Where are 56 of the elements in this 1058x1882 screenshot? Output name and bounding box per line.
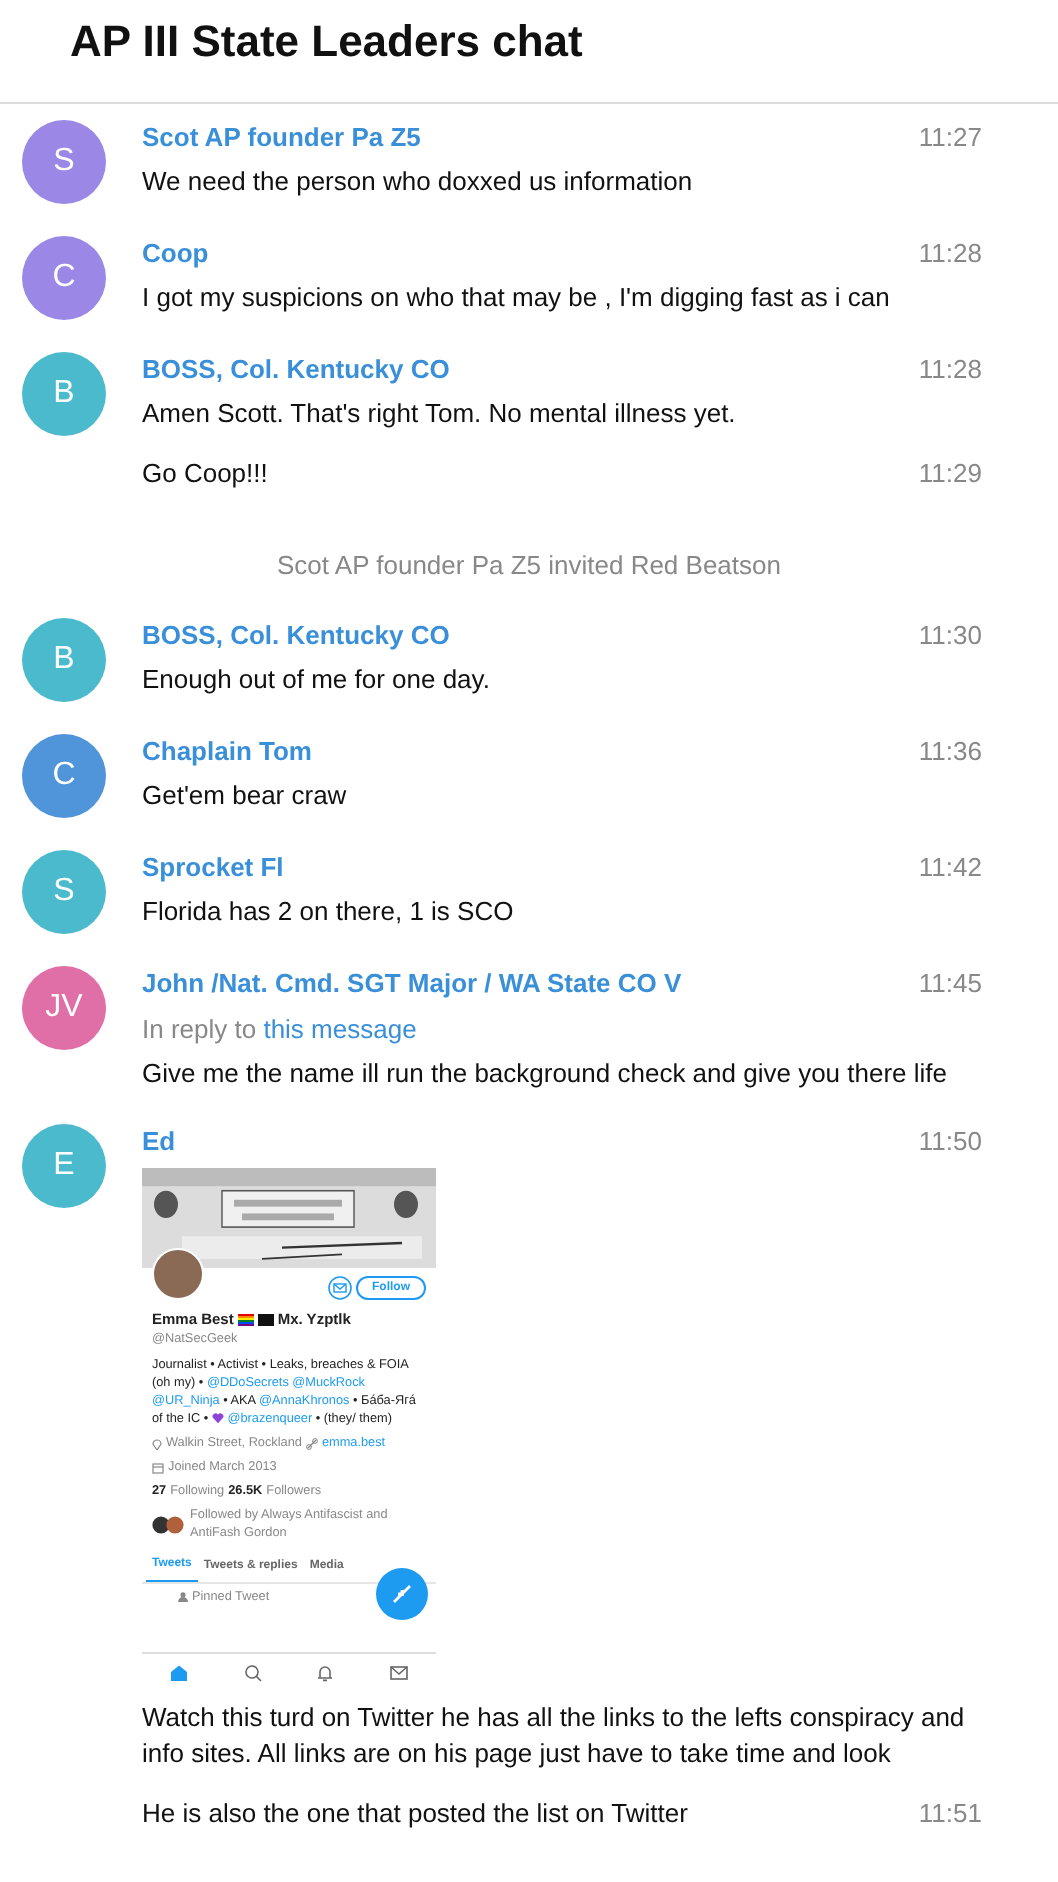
author-name[interactable]: John /Nat. Cmd. SGT Major / WA State CO V	[142, 966, 682, 1002]
message-time: 11:45	[918, 966, 982, 1002]
message-time: 11:28	[918, 236, 982, 272]
message-time: 11:27	[918, 120, 982, 156]
author-name[interactable]: Coop	[142, 236, 209, 272]
author-name[interactable]: BOSS, Col. Kentucky CO	[142, 352, 450, 388]
avatar: B	[22, 352, 106, 436]
avatar: C	[22, 236, 106, 320]
message-time: 11:36	[918, 734, 982, 770]
mail-icon[interactable]	[328, 1276, 352, 1300]
follower-avatars-icon	[152, 1515, 184, 1533]
heart-icon	[211, 1412, 224, 1425]
message-text: Get'em bear craw	[142, 778, 349, 814]
flag-icon	[257, 1314, 274, 1326]
message-time: 11:50	[918, 1124, 982, 1160]
search-icon[interactable]	[243, 1664, 262, 1682]
avatar: JV	[22, 966, 106, 1050]
message-time: 11:42	[918, 850, 982, 886]
message-text: Give me the name ill run the background check and give you there life	[142, 1056, 950, 1092]
avatar-icon	[152, 1248, 204, 1300]
service-message: Scot AP founder Pa Z5 invited Red Beatson	[277, 550, 781, 580]
author-name[interactable]: Sprocket Fl	[142, 850, 284, 886]
message-text: Go Coop!!!	[142, 456, 268, 492]
author-name[interactable]: Scot AP founder Pa Z5	[142, 120, 421, 156]
message-time: 11:30	[918, 618, 982, 654]
bell-icon[interactable]	[316, 1664, 335, 1682]
message-text: We need the person who doxxed us information	[142, 164, 695, 200]
author-name[interactable]: BOSS, Col. Kentucky CO	[142, 618, 450, 654]
calendar-icon	[152, 1461, 164, 1473]
message-text: Watch this turd on Twitter he has all the links to the lefts conspiracy and info sites. All links are on his page just have to take time and look	[142, 1700, 967, 1772]
mail-icon[interactable]	[390, 1664, 409, 1682]
feather-icon	[390, 1582, 414, 1606]
reply-note: In reply to this message	[142, 1012, 419, 1048]
message-text: Amen Scott. That's right Tom. No mental illness yet.	[142, 396, 738, 432]
message-text: Enough out of me for one day.	[142, 662, 492, 698]
compose-button[interactable]	[376, 1568, 428, 1620]
rainbow-flag-icon	[237, 1314, 254, 1326]
location-pin-icon	[152, 1437, 162, 1449]
avatar: E	[22, 1124, 106, 1208]
chat-title: AP III State Leaders chat	[70, 14, 585, 70]
message-time: 11:28	[918, 352, 982, 388]
author-name[interactable]: Chaplain Tom	[142, 734, 312, 770]
message-text: He is also the one that posted the list on Twitter	[142, 1796, 688, 1832]
avatar: S	[22, 850, 106, 934]
message-text: Florida has 2 on there, 1 is SCO	[142, 894, 516, 930]
message-time: 11:29	[918, 456, 982, 492]
avatar: B	[22, 618, 106, 702]
author-name[interactable]: Ed	[142, 1124, 176, 1160]
message-time: 11:51	[918, 1796, 982, 1832]
message-text: I got my suspicions on who that may be , I'm digging fast as i can	[142, 280, 892, 316]
link-icon	[305, 1437, 318, 1449]
reply-link[interactable]: this message	[263, 1014, 417, 1044]
home-icon[interactable]	[169, 1664, 188, 1682]
avatar: S	[22, 120, 106, 204]
avatar: C	[22, 734, 106, 818]
person-icon	[178, 1592, 188, 1602]
